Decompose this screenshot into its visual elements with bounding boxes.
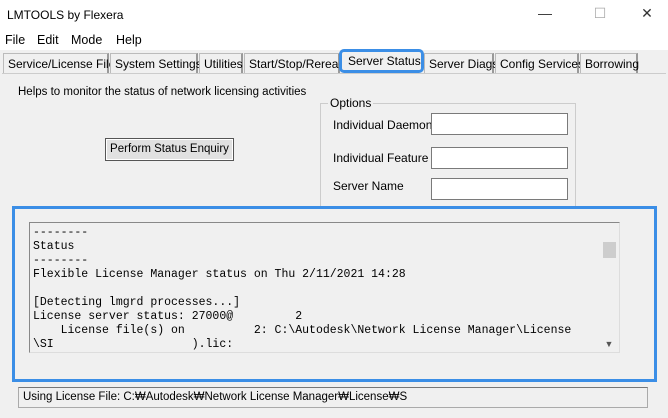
window-title: LMTOOLS by Flexera <box>7 8 124 22</box>
individual-daemon-label: Individual Daemon <box>333 118 433 132</box>
tab-service-license-file[interactable]: Service/License File <box>3 53 115 73</box>
maximize-button[interactable]: ☐ <box>585 5 615 25</box>
individual-daemon-input[interactable] <box>431 113 568 135</box>
menu-help[interactable]: Help <box>116 33 142 47</box>
tab-start-stop-reread[interactable]: Start/Stop/Reread <box>244 53 345 73</box>
individual-feature-input[interactable] <box>431 147 568 169</box>
tab-description: Helps to monitor the status of network l… <box>18 86 307 98</box>
minimize-button[interactable]: — <box>530 5 560 25</box>
status-bar: Using License File: C:₩Autodesk₩Network … <box>18 387 648 408</box>
tab-server-diags[interactable]: Server Diags <box>424 53 498 73</box>
individual-feature-label: Individual Feature <box>333 151 429 165</box>
tab-config-services[interactable]: Config Services <box>495 53 584 73</box>
menu-mode[interactable]: Mode <box>71 33 102 47</box>
menu-file[interactable]: File <box>5 33 25 47</box>
scroll-down-icon[interactable]: ▼ <box>602 339 616 349</box>
tab-server-status[interactable]: Server Status <box>339 49 424 73</box>
menu-edit[interactable]: Edit <box>37 33 59 47</box>
options-group-label: Options <box>328 96 374 110</box>
scrollbar-thumb[interactable] <box>603 242 616 258</box>
server-name-input[interactable] <box>431 178 568 200</box>
server-name-label: Server Name <box>333 179 404 193</box>
perform-status-enquiry-button[interactable]: Perform Status Enquiry <box>105 138 234 161</box>
tab-system-settings[interactable]: System Settings <box>110 53 202 73</box>
status-output-text[interactable]: -------- Status -------- Flexible Licens… <box>33 226 598 352</box>
close-button[interactable]: ✕ <box>632 5 662 25</box>
tab-borrowing[interactable]: Borrowing <box>580 53 639 73</box>
tab-utilities[interactable]: Utilities <box>199 53 243 73</box>
